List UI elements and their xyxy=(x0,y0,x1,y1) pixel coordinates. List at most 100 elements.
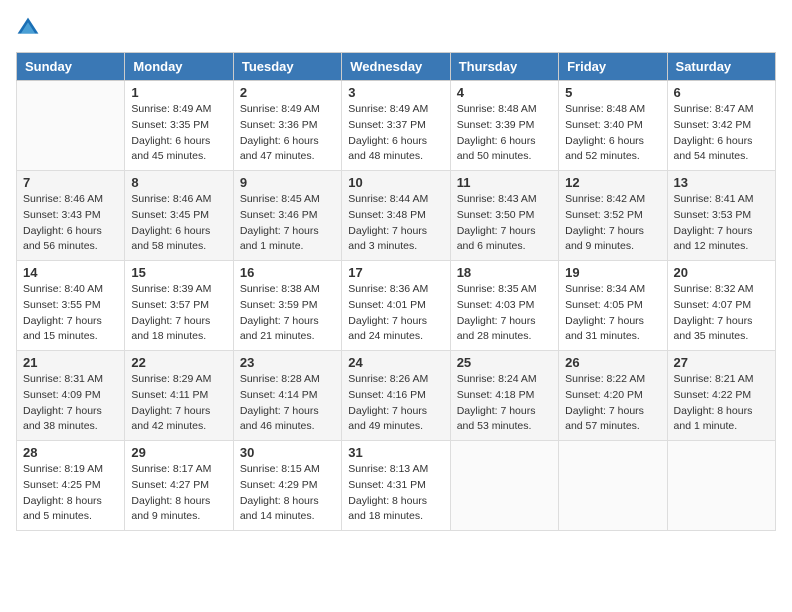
sunset-text: Sunset: 4:22 PM xyxy=(674,389,752,401)
sunrise-text: Sunrise: 8:31 AM xyxy=(23,373,103,385)
sunset-text: Sunset: 4:29 PM xyxy=(240,479,318,491)
calendar-cell: 1 Sunrise: 8:49 AM Sunset: 3:35 PM Dayli… xyxy=(125,81,233,171)
day-info: Sunrise: 8:26 AM Sunset: 4:16 PM Dayligh… xyxy=(348,372,443,435)
calendar-cell: 16 Sunrise: 8:38 AM Sunset: 3:59 PM Dayl… xyxy=(233,261,341,351)
daylight-text: Daylight: 7 hours and 46 minutes. xyxy=(240,405,319,433)
day-number: 24 xyxy=(348,355,443,370)
day-info: Sunrise: 8:19 AM Sunset: 4:25 PM Dayligh… xyxy=(23,462,118,525)
sunrise-text: Sunrise: 8:13 AM xyxy=(348,463,428,475)
sunset-text: Sunset: 3:43 PM xyxy=(23,209,101,221)
day-info: Sunrise: 8:24 AM Sunset: 4:18 PM Dayligh… xyxy=(457,372,552,435)
calendar-cell: 3 Sunrise: 8:49 AM Sunset: 3:37 PM Dayli… xyxy=(342,81,450,171)
week-row-3: 21 Sunrise: 8:31 AM Sunset: 4:09 PM Dayl… xyxy=(17,351,776,441)
calendar-cell: 10 Sunrise: 8:44 AM Sunset: 3:48 PM Dayl… xyxy=(342,171,450,261)
sunrise-text: Sunrise: 8:17 AM xyxy=(131,463,211,475)
calendar-cell: 23 Sunrise: 8:28 AM Sunset: 4:14 PM Dayl… xyxy=(233,351,341,441)
day-number: 21 xyxy=(23,355,118,370)
calendar-cell: 20 Sunrise: 8:32 AM Sunset: 4:07 PM Dayl… xyxy=(667,261,775,351)
daylight-text: Daylight: 6 hours and 56 minutes. xyxy=(23,225,102,253)
daylight-text: Daylight: 6 hours and 48 minutes. xyxy=(348,135,427,163)
day-info: Sunrise: 8:43 AM Sunset: 3:50 PM Dayligh… xyxy=(457,192,552,255)
daylight-text: Daylight: 6 hours and 58 minutes. xyxy=(131,225,210,253)
daylight-text: Daylight: 8 hours and 9 minutes. xyxy=(131,495,210,523)
daylight-text: Daylight: 7 hours and 24 minutes. xyxy=(348,315,427,343)
sunset-text: Sunset: 3:45 PM xyxy=(131,209,209,221)
day-number: 9 xyxy=(240,175,335,190)
daylight-text: Daylight: 7 hours and 12 minutes. xyxy=(674,225,753,253)
sunset-text: Sunset: 3:57 PM xyxy=(131,299,209,311)
sunset-text: Sunset: 3:35 PM xyxy=(131,119,209,131)
day-number: 3 xyxy=(348,85,443,100)
sunrise-text: Sunrise: 8:24 AM xyxy=(457,373,537,385)
sunset-text: Sunset: 3:39 PM xyxy=(457,119,535,131)
daylight-text: Daylight: 8 hours and 5 minutes. xyxy=(23,495,102,523)
daylight-text: Daylight: 7 hours and 6 minutes. xyxy=(457,225,536,253)
day-number: 27 xyxy=(674,355,769,370)
sunrise-text: Sunrise: 8:36 AM xyxy=(348,283,428,295)
week-row-1: 7 Sunrise: 8:46 AM Sunset: 3:43 PM Dayli… xyxy=(17,171,776,261)
sunrise-text: Sunrise: 8:43 AM xyxy=(457,193,537,205)
day-number: 5 xyxy=(565,85,660,100)
week-row-0: 1 Sunrise: 8:49 AM Sunset: 3:35 PM Dayli… xyxy=(17,81,776,171)
daylight-text: Daylight: 7 hours and 31 minutes. xyxy=(565,315,644,343)
day-number: 7 xyxy=(23,175,118,190)
sunrise-text: Sunrise: 8:34 AM xyxy=(565,283,645,295)
sunrise-text: Sunrise: 8:45 AM xyxy=(240,193,320,205)
day-info: Sunrise: 8:21 AM Sunset: 4:22 PM Dayligh… xyxy=(674,372,769,435)
daylight-text: Daylight: 7 hours and 57 minutes. xyxy=(565,405,644,433)
day-number: 19 xyxy=(565,265,660,280)
sunset-text: Sunset: 3:59 PM xyxy=(240,299,318,311)
day-info: Sunrise: 8:44 AM Sunset: 3:48 PM Dayligh… xyxy=(348,192,443,255)
calendar-cell: 5 Sunrise: 8:48 AM Sunset: 3:40 PM Dayli… xyxy=(559,81,667,171)
day-info: Sunrise: 8:46 AM Sunset: 3:45 PM Dayligh… xyxy=(131,192,226,255)
sunset-text: Sunset: 4:27 PM xyxy=(131,479,209,491)
day-info: Sunrise: 8:49 AM Sunset: 3:36 PM Dayligh… xyxy=(240,102,335,165)
calendar-cell xyxy=(667,441,775,531)
calendar-cell xyxy=(559,441,667,531)
daylight-text: Daylight: 7 hours and 38 minutes. xyxy=(23,405,102,433)
sunset-text: Sunset: 4:25 PM xyxy=(23,479,101,491)
sunrise-text: Sunrise: 8:39 AM xyxy=(131,283,211,295)
weekday-header-wednesday: Wednesday xyxy=(342,53,450,81)
sunrise-text: Sunrise: 8:46 AM xyxy=(23,193,103,205)
day-info: Sunrise: 8:48 AM Sunset: 3:40 PM Dayligh… xyxy=(565,102,660,165)
daylight-text: Daylight: 7 hours and 9 minutes. xyxy=(565,225,644,253)
calendar-table: SundayMondayTuesdayWednesdayThursdayFrid… xyxy=(16,52,776,531)
sunset-text: Sunset: 3:50 PM xyxy=(457,209,535,221)
day-info: Sunrise: 8:47 AM Sunset: 3:42 PM Dayligh… xyxy=(674,102,769,165)
sunrise-text: Sunrise: 8:49 AM xyxy=(131,103,211,115)
day-number: 8 xyxy=(131,175,226,190)
day-number: 13 xyxy=(674,175,769,190)
calendar-cell: 11 Sunrise: 8:43 AM Sunset: 3:50 PM Dayl… xyxy=(450,171,558,261)
day-number: 30 xyxy=(240,445,335,460)
calendar-cell: 27 Sunrise: 8:21 AM Sunset: 4:22 PM Dayl… xyxy=(667,351,775,441)
sunset-text: Sunset: 3:46 PM xyxy=(240,209,318,221)
sunrise-text: Sunrise: 8:49 AM xyxy=(348,103,428,115)
day-number: 14 xyxy=(23,265,118,280)
day-info: Sunrise: 8:36 AM Sunset: 4:01 PM Dayligh… xyxy=(348,282,443,345)
weekday-header-monday: Monday xyxy=(125,53,233,81)
day-info: Sunrise: 8:39 AM Sunset: 3:57 PM Dayligh… xyxy=(131,282,226,345)
calendar-cell xyxy=(450,441,558,531)
sunrise-text: Sunrise: 8:32 AM xyxy=(674,283,754,295)
sunset-text: Sunset: 4:03 PM xyxy=(457,299,535,311)
day-number: 29 xyxy=(131,445,226,460)
day-number: 12 xyxy=(565,175,660,190)
day-number: 25 xyxy=(457,355,552,370)
day-number: 10 xyxy=(348,175,443,190)
sunset-text: Sunset: 4:20 PM xyxy=(565,389,643,401)
sunrise-text: Sunrise: 8:38 AM xyxy=(240,283,320,295)
sunrise-text: Sunrise: 8:26 AM xyxy=(348,373,428,385)
sunrise-text: Sunrise: 8:19 AM xyxy=(23,463,103,475)
daylight-text: Daylight: 8 hours and 18 minutes. xyxy=(348,495,427,523)
daylight-text: Daylight: 6 hours and 50 minutes. xyxy=(457,135,536,163)
sunset-text: Sunset: 4:31 PM xyxy=(348,479,426,491)
daylight-text: Daylight: 7 hours and 18 minutes. xyxy=(131,315,210,343)
day-info: Sunrise: 8:45 AM Sunset: 3:46 PM Dayligh… xyxy=(240,192,335,255)
day-info: Sunrise: 8:49 AM Sunset: 3:35 PM Dayligh… xyxy=(131,102,226,165)
day-info: Sunrise: 8:32 AM Sunset: 4:07 PM Dayligh… xyxy=(674,282,769,345)
sunset-text: Sunset: 3:55 PM xyxy=(23,299,101,311)
day-number: 17 xyxy=(348,265,443,280)
day-info: Sunrise: 8:15 AM Sunset: 4:29 PM Dayligh… xyxy=(240,462,335,525)
day-number: 18 xyxy=(457,265,552,280)
